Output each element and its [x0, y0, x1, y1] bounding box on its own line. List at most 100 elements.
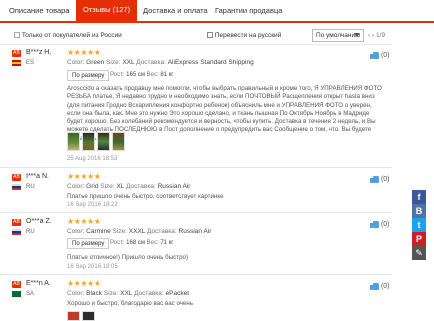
twitter-share-icon[interactable]: t [412, 218, 426, 232]
review-photo[interactable] [82, 132, 95, 151]
color-label: Color: [67, 59, 85, 66]
thumbs-up-icon[interactable] [370, 51, 379, 59]
page-indicator: 1/9 [375, 32, 386, 39]
height-label: Рост: [110, 240, 125, 246]
delivery-label: Доставка: [134, 290, 164, 297]
like-count: (0) [380, 282, 390, 290]
only-russia-label: Только от покупателей из России [21, 32, 122, 39]
review-text: Платье пришло очень быстро, соответствуе… [67, 193, 224, 200]
delivery-value: Russian Air [157, 183, 191, 190]
size-value: XL [116, 183, 125, 190]
height-label: Рост: [110, 72, 125, 78]
review-photo[interactable] [112, 132, 125, 151]
tab-reviews[interactable]: Отзывы (127) [76, 0, 138, 21]
flag-ru-icon [12, 184, 21, 190]
review-date: 16 Sep 2016 18:05 [67, 264, 118, 270]
weight-label: Вес: [146, 72, 159, 78]
reviewer-country: ES [26, 60, 35, 66]
delivery-value: ePacket [165, 290, 190, 297]
rating-stars: ★★★★★ [67, 172, 101, 181]
review-text: Платье отличное!) Пришло очень быстро) [67, 254, 189, 261]
review-item: AB I***a N. RU ★★★★★ Color: Grid Size: X… [0, 167, 392, 212]
flag-sa-icon [12, 291, 21, 297]
review-photo[interactable] [67, 132, 80, 151]
review-order-info: Color: Grid Size: XL Доставка: Russian A… [67, 183, 190, 190]
review-order-info: Color: Carmine Size: XXXL Доставка: Russ… [67, 228, 211, 235]
chevron-down-icon [354, 33, 360, 37]
tab-bar: Описание товара Отзывы (127) Доставка и … [0, 0, 434, 23]
translate-checkbox[interactable] [207, 32, 213, 39]
next-page-icon[interactable]: › [372, 32, 374, 39]
reviewer-name: B***z H. [26, 49, 52, 56]
size-value: XXL [122, 59, 135, 66]
color-value: Grid [86, 183, 99, 190]
like-count: (0) [380, 51, 390, 59]
review-item: AB O***a Z. RU ★★★★★ Color: Carmine Size… [0, 212, 392, 274]
color-value: Black [86, 290, 103, 297]
color-label: Color: [67, 290, 85, 297]
review-item: AB B***z H. ES ★★★★★ Color: Green Size: … [0, 44, 392, 167]
review-photos [67, 132, 127, 152]
review-date: 16 Sep 2016 18:22 [67, 202, 118, 208]
review-order-info: Color: Black Size: XXL Доставка: ePacket [67, 290, 189, 297]
review-date: 25 Aug 2016 18:53 [67, 156, 118, 162]
reviewer-name: E***n A. [26, 280, 51, 287]
size-label: Size: [106, 59, 121, 66]
flag-es-icon [12, 60, 21, 66]
thumbs-up-icon[interactable] [370, 220, 379, 228]
review-text: Хорошо и быстро, благодарю вас вас очень [67, 300, 194, 307]
weight-value: 71 кг [160, 240, 174, 246]
flag-ru-icon [12, 229, 21, 235]
review-item: AB E***n A. SA ★★★★★ Color: Black Size: … [0, 274, 392, 321]
prev-page-icon[interactable]: ‹ [368, 32, 370, 39]
delivery-value: Russian Air [178, 228, 212, 235]
delivery-value: AliExpress Standard Shipping [167, 59, 254, 66]
size-label: Size: [103, 290, 119, 297]
delivery-label: Доставка: [147, 228, 177, 235]
vk-share-icon[interactable]: B [412, 204, 426, 218]
body-measurements: Рост: 165 см Вес: 81 кг [110, 72, 174, 78]
body-measurements: Рост: 168 см Вес: 71 кг [110, 240, 174, 246]
avatar: AB [12, 50, 21, 57]
helpful-votes: (0) [370, 282, 390, 290]
delivery-label: Доставка: [136, 59, 166, 66]
only-russia-checkbox[interactable] [14, 32, 20, 39]
reviewer-country: SA [26, 291, 35, 297]
color-value: Carmine [86, 228, 111, 235]
reviewer-name: O***a Z. [26, 218, 52, 225]
review-order-info: Color: Green Size: XXL Доставка: AliExpr… [67, 59, 254, 66]
sort-dropdown[interactable]: По умолчанию [312, 29, 364, 42]
avatar: AB [12, 281, 21, 288]
rating-stars: ★★★★★ [67, 48, 101, 57]
facebook-share-icon[interactable]: f [412, 190, 426, 204]
fit-badge: По размеру [67, 70, 110, 81]
tab-description[interactable]: Описание товара [2, 0, 77, 21]
review-photo[interactable] [97, 132, 110, 151]
pagination[interactable]: ‹ › 1/9 [368, 29, 385, 42]
size-label: Size: [100, 183, 115, 190]
weight-value: 81 кг [160, 72, 174, 78]
delivery-label: Доставка: [126, 183, 156, 190]
tab-delivery[interactable]: Доставка и оплата [136, 0, 215, 21]
edit-share-icon[interactable]: ✎ [412, 246, 426, 260]
color-label: Color: [67, 183, 85, 190]
size-value: XXXL [128, 228, 146, 235]
reviewer-name: I***a N. [26, 173, 49, 180]
like-count: (0) [380, 220, 390, 228]
weight-label: Вес: [146, 240, 159, 246]
color-value: Green [86, 59, 105, 66]
helpful-votes: (0) [370, 175, 390, 183]
helpful-votes: (0) [370, 51, 390, 59]
pinterest-share-icon[interactable]: P [412, 232, 426, 246]
only-russia-filter[interactable]: Только от покупателей из России [14, 32, 122, 39]
color-label: Color: [67, 228, 85, 235]
thumbs-up-icon[interactable] [370, 282, 379, 290]
size-value: XXL [120, 290, 133, 297]
reviewer-country: RU [26, 184, 35, 190]
avatar: AB [12, 174, 21, 181]
rating-stars: ★★★★★ [67, 279, 101, 288]
tab-guarantees[interactable]: Гарантии продавца [208, 0, 289, 21]
translate-filter[interactable]: Перевести на русский [207, 32, 281, 39]
like-count: (0) [380, 175, 390, 183]
thumbs-up-icon[interactable] [370, 175, 379, 183]
